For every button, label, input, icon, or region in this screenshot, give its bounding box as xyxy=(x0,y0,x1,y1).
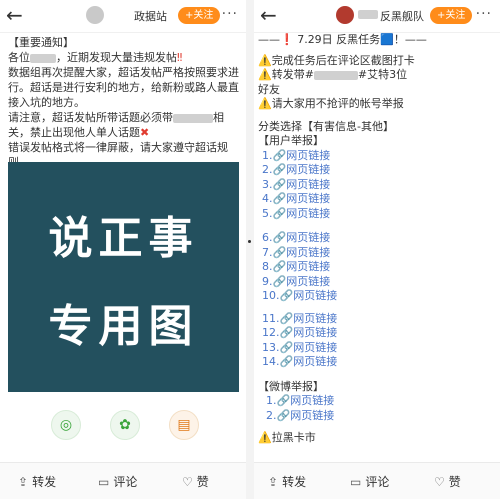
right-bottom-bar: ⇪ 转发 ▭ 评论 ♡ 赞 xyxy=(254,462,500,499)
right-top-bar: ← 反黑舰队 +关注 ··· xyxy=(254,0,500,33)
category-line: 分类选择【有害信息-其他】 xyxy=(258,119,394,133)
web-link[interactable]: 6.🔗网页链接 xyxy=(262,231,496,246)
comment-icon: ▭ xyxy=(98,475,110,489)
web-link[interactable]: 13.🔗网页链接 xyxy=(262,341,496,356)
save-image-icon[interactable]: ▤ xyxy=(169,410,199,440)
like-icon: ♡ xyxy=(182,475,193,489)
share-icon: ⇪ xyxy=(18,475,29,489)
more-icon[interactable]: ··· xyxy=(476,6,492,22)
notice-line1: 各位 ，近期发现大量违规发帖‼ xyxy=(8,51,183,64)
redacted-block xyxy=(30,53,56,63)
share-button[interactable]: ⇪ 转发 xyxy=(18,473,56,490)
divider xyxy=(246,0,254,499)
image-text-line2: 专用图 xyxy=(48,301,199,352)
poster-name[interactable]: 政据站 xyxy=(134,8,167,24)
comment-button[interactable]: ▭ 评论 xyxy=(98,473,137,490)
rule-line: ⚠️请大家用不抢评的帐号举报 xyxy=(258,97,404,110)
web-link[interactable]: 11.🔗网页链接 xyxy=(262,312,496,327)
notice-line3: 请注意，超话发帖所带话题必须带 相关，禁止出现他人单人话题✖ xyxy=(8,111,224,139)
redacted-block xyxy=(358,10,378,19)
web-link[interactable]: 14.🔗网页链接 xyxy=(262,355,496,370)
follow-button[interactable]: +关注 xyxy=(430,7,473,24)
back-arrow-icon[interactable]: ← xyxy=(6,4,23,26)
web-link[interactable]: 10.🔗网页链接 xyxy=(262,289,496,304)
web-link[interactable]: 3.🔗网页链接 xyxy=(262,178,496,193)
section-weibo-report: 【微博举报】 xyxy=(258,379,324,393)
left-screen: ← 政据站 +关注 ··· 【重要通知】 各位 ，近期发现大量违规发帖‼ 数据组再… xyxy=(0,0,246,499)
section-user-report: 【用户举报】 xyxy=(258,134,324,147)
like-button[interactable]: ♡ 赞 xyxy=(182,473,209,490)
redacted-block xyxy=(173,113,213,123)
post-image[interactable]: 说正事 专用图 xyxy=(8,162,239,392)
comment-icon: ▭ xyxy=(350,475,362,489)
share-button[interactable]: ⇪ 转发 xyxy=(268,473,306,490)
right-screen: ← 反黑舰队 +关注 ··· ——❗ 7.29日 反黑任务🟦！—— ⚠️完成任务… xyxy=(254,0,500,499)
post-body: ——❗ 7.29日 反黑任务🟦！—— ⚠️完成任务后在评论区截图打卡 ⚠️转发带… xyxy=(258,33,496,446)
back-arrow-icon[interactable]: ← xyxy=(260,4,277,26)
web-link[interactable]: 5.🔗网页链接 xyxy=(262,207,496,222)
like-icon: ♡ xyxy=(434,475,445,489)
notice-line2: 数据组再次提醒大家，超话发帖严格按照要求进行。超话是进行安利的地方，给新粉或路人… xyxy=(8,66,239,109)
web-link[interactable]: 4.🔗网页链接 xyxy=(262,192,496,207)
rule-line: ⚠️转发带# #艾特3位 xyxy=(258,68,408,81)
web-link[interactable]: 9.🔗网页链接 xyxy=(262,275,496,290)
poster-name[interactable]: 反黑舰队 xyxy=(380,8,424,24)
follow-button[interactable]: +关注 xyxy=(178,7,221,24)
web-link[interactable]: 1.🔗网页链接 xyxy=(262,149,496,164)
wechat-share-icon[interactable]: ◎ xyxy=(51,410,81,440)
image-text-line1: 说正事 xyxy=(48,213,199,264)
cut-off-line: ⚠️拉黑卡市 xyxy=(258,431,316,444)
avatar[interactable] xyxy=(86,6,104,24)
task-title: ——❗ 7.29日 反黑任务🟦！—— xyxy=(258,33,427,46)
rule-line: ⚠️完成任务后在评论区截图打卡 xyxy=(258,53,415,67)
like-button[interactable]: ♡ 赞 xyxy=(434,473,461,490)
more-icon[interactable]: ··· xyxy=(222,6,238,22)
left-top-bar: ← 政据站 +关注 ··· xyxy=(0,0,246,33)
share-icon: ⇪ xyxy=(268,475,279,489)
bullet-dot xyxy=(248,240,251,243)
notice-heading: 【重要通知】 xyxy=(8,36,74,49)
moments-share-icon[interactable]: ✿ xyxy=(110,410,140,440)
comment-button[interactable]: ▭ 评论 xyxy=(350,473,389,490)
web-link[interactable]: 8.🔗网页链接 xyxy=(262,260,496,275)
alert-icon: ‼ xyxy=(177,51,183,64)
rule-line: 好友 xyxy=(258,82,280,96)
left-bottom-bar: ⇪ 转发 ▭ 评论 ♡ 赞 xyxy=(0,462,246,499)
cross-icon: ✖ xyxy=(140,126,150,139)
web-link[interactable]: 1.🔗网页链接 xyxy=(266,394,496,409)
web-link[interactable]: 2.🔗网页链接 xyxy=(266,409,496,424)
web-link[interactable]: 12.🔗网页链接 xyxy=(262,326,496,341)
avatar[interactable] xyxy=(336,6,354,24)
web-link[interactable]: 2.🔗网页链接 xyxy=(262,163,496,178)
redacted-block xyxy=(313,70,358,80)
web-link[interactable]: 7.🔗网页链接 xyxy=(262,246,496,261)
